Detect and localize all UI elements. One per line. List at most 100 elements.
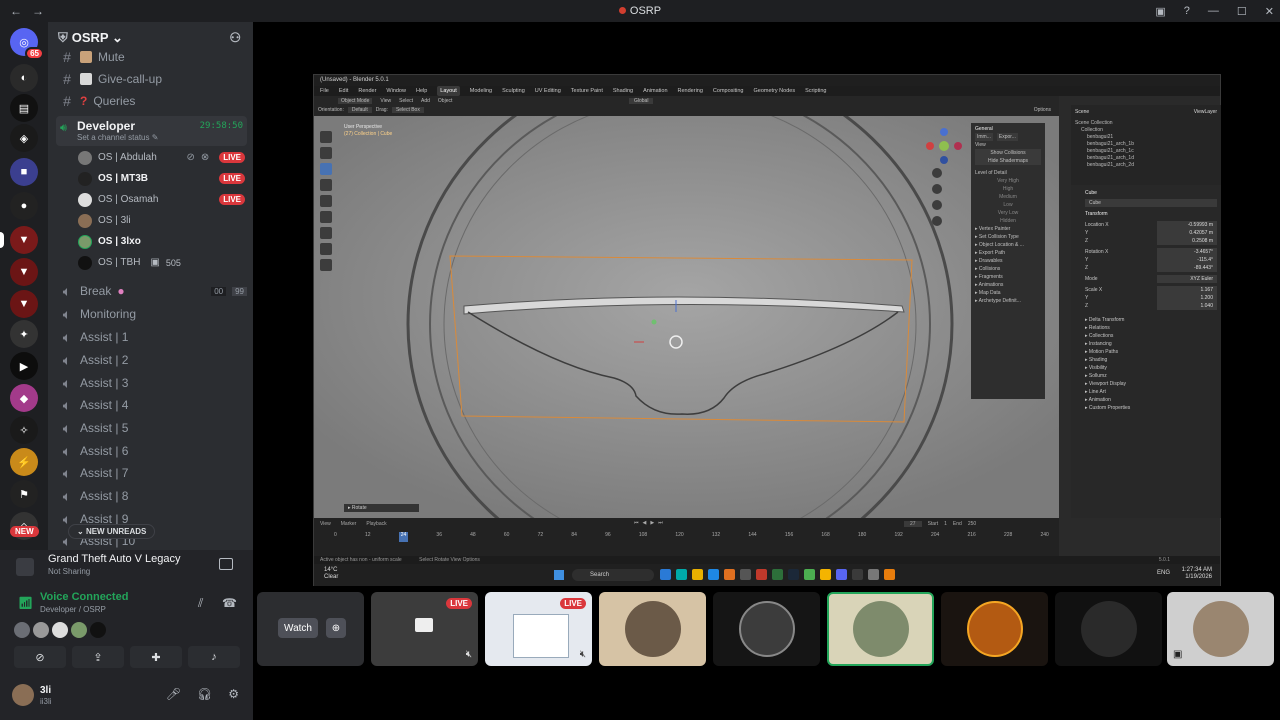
npanel-section[interactable]: ▸ Export Path [975, 249, 1041, 257]
channel-queries[interactable]: #? Queries [56, 90, 247, 112]
help-icon[interactable]: ? [1184, 5, 1190, 17]
voice-user[interactable]: OS | Osamah LIVE [78, 189, 245, 210]
voice-channel-assist[interactable]: 🔈︎ Assist | 7 [56, 462, 247, 484]
import-button[interactable]: Imm... [975, 133, 993, 141]
channel-give-call-up[interactable]: # Give-call-up [56, 68, 247, 90]
voice-user[interactable]: OS | MT3B LIVE [78, 168, 245, 189]
add-cube-tool-icon[interactable] [320, 259, 332, 271]
outliner-item[interactable]: benbagui21 [1075, 134, 1217, 141]
menu-file[interactable]: File [320, 86, 329, 96]
new-unreads-button[interactable]: ⌄ NEW UNREADS [68, 524, 156, 539]
server-icon-12[interactable]: ✧ [10, 416, 38, 444]
taskbar-search[interactable]: Search [572, 569, 654, 581]
server-icon-11[interactable]: ◆ [10, 384, 38, 412]
view-layer-select[interactable]: ViewLayer [1194, 109, 1217, 116]
scale-z-field[interactable]: Z 1.040 [1085, 302, 1217, 310]
3d-viewport[interactable]: User Perspective (27) Collection | Cube [314, 116, 1059, 518]
options-menu[interactable]: Options [1034, 107, 1051, 113]
npanel-section[interactable]: ▸ Archetype Definit... [975, 297, 1041, 305]
tab-texture-paint[interactable]: Texture Paint [571, 86, 603, 96]
voice-channel-assist[interactable]: 🔈︎ Assist | 3 [56, 372, 247, 394]
minimize-icon[interactable]: — [1208, 5, 1219, 17]
server-icon-osrp[interactable]: ▼ [10, 226, 38, 254]
noise-suppression-icon[interactable]: ⫽ [198, 596, 203, 611]
stream-tile[interactable] [599, 592, 706, 666]
location-x-field[interactable]: Location X -0.59993 m [1085, 221, 1217, 229]
home-icon[interactable]: ◎ 65 [10, 28, 44, 60]
forward-arrow-icon[interactable]: → [32, 4, 44, 18]
server-icon-3[interactable]: ◈ [10, 124, 38, 152]
stream-tile[interactable] [1055, 592, 1162, 666]
server-icon-13[interactable]: ⚡ [10, 448, 38, 476]
outliner[interactable]: Scene ViewLayer Scene Collection Collecti… [1071, 105, 1221, 185]
npanel-section[interactable]: ▸ Fragments [975, 273, 1041, 281]
props-section[interactable]: ▸ Animation [1085, 396, 1217, 404]
voice-channel-assist[interactable]: 🔈︎ Assist | 2 [56, 349, 247, 371]
tab-modeling[interactable]: Modeling [470, 86, 492, 96]
props-section[interactable]: ▸ Motion Paths [1085, 348, 1217, 356]
props-section[interactable]: ▸ Sollumz [1085, 372, 1217, 380]
cursor-tool-icon[interactable] [320, 131, 332, 143]
voice-channel-break[interactable]: 🔈︎ Break ● 00 99 [56, 280, 247, 302]
server-icon-2[interactable]: ▤ [10, 94, 38, 122]
voice-channel-developer[interactable]: 🔊︎ Developer Set a channel status ✎ 29:5… [56, 116, 247, 146]
npanel-section[interactable]: ▸ Set Collision Type [975, 233, 1041, 241]
voice-channel-assist[interactable]: 🔈︎ Assist | 6 [56, 440, 247, 462]
play-icon[interactable]: ▶ [650, 520, 654, 526]
windows-start-icon[interactable] [554, 570, 564, 580]
location-y-field[interactable]: Y 0.42057 m [1085, 229, 1217, 237]
scale-y-field[interactable]: Y 1.200 [1085, 294, 1217, 302]
lod-very-low[interactable]: Very Low [975, 209, 1041, 217]
server-icon-7[interactable]: ▼ [10, 258, 38, 286]
voice-user[interactable]: OS | Abdulah ⊘ ⊗ LIVE [78, 147, 245, 168]
lod-very-high[interactable]: Very High [975, 177, 1041, 185]
stream-tile[interactable]: LIVE 🔇︎ [485, 592, 592, 666]
navigation-gizmo[interactable] [924, 126, 964, 166]
last-operator-panel[interactable]: ▸ Rotate [344, 504, 419, 512]
play-reverse-icon[interactable]: ◀ [643, 520, 647, 526]
tab-uv-editing[interactable]: UV Editing [535, 86, 561, 96]
npanel-section[interactable]: ▸ Drawables [975, 257, 1041, 265]
rotation-y-field[interactable]: Y -115.4° [1085, 256, 1217, 264]
scale-tool-icon[interactable] [320, 195, 332, 207]
tab-rendering[interactable]: Rendering [678, 86, 703, 96]
outliner-item[interactable]: benbagui21_arch_2d [1075, 162, 1217, 169]
npanel-section[interactable]: ▸ Object Location & ... [975, 241, 1041, 249]
app-icon[interactable] [676, 569, 687, 580]
share-screen-icon[interactable] [219, 558, 233, 570]
tray-lang[interactable]: ENG [1157, 570, 1170, 576]
scene-select[interactable]: Scene [1075, 109, 1089, 116]
popout-icon[interactable]: ⊕ [326, 618, 346, 638]
scale-x-field[interactable]: Scale X 1.167 [1085, 286, 1217, 294]
app-icon[interactable] [852, 569, 863, 580]
jump-end-icon[interactable]: ⏭ [658, 520, 663, 526]
voice-user[interactable]: OS | 3li [78, 210, 245, 231]
channel-status[interactable]: Set a channel status ✎ [77, 133, 158, 142]
transform-orientation[interactable]: Global [629, 98, 654, 104]
headphones-icon[interactable]: 🎧︎ [197, 687, 212, 701]
voice-location[interactable]: Developer / OSRP [40, 605, 106, 614]
tab-sculpting[interactable]: Sculpting [502, 86, 525, 96]
ortho-toggle-icon[interactable] [932, 216, 942, 226]
move-tool-icon[interactable] [320, 163, 332, 175]
maximize-icon[interactable]: ☐ [1237, 5, 1247, 18]
lod-medium[interactable]: Medium [975, 193, 1041, 201]
app-icon[interactable] [868, 569, 879, 580]
close-icon[interactable]: ✕ [1265, 5, 1274, 18]
tab-animation[interactable]: Animation [643, 86, 667, 96]
props-section[interactable]: ▸ Relations [1085, 324, 1217, 332]
server-icon-4[interactable]: ■ [10, 158, 38, 186]
outliner-item[interactable]: benbagui21_arch_1c [1075, 148, 1217, 155]
transform-panel[interactable]: Transform [1085, 210, 1217, 218]
menu-add[interactable]: Add [421, 98, 430, 104]
end-frame-field[interactable]: 250 [968, 521, 976, 527]
npanel-section[interactable]: ▸ Collisions [975, 265, 1041, 273]
activities-button[interactable]: ✚ [130, 646, 182, 668]
username[interactable]: 3li [40, 685, 51, 696]
server-icon-1[interactable]: ◐ [10, 64, 38, 92]
menu-help[interactable]: Help [416, 86, 427, 96]
hide-shadermaps-button[interactable]: Hide Shadermaps [975, 157, 1041, 165]
props-section[interactable]: ▸ Viewport Display [1085, 380, 1217, 388]
camera-off-button[interactable]: ⊘ [14, 646, 66, 668]
annotate-tool-icon[interactable] [320, 227, 332, 239]
